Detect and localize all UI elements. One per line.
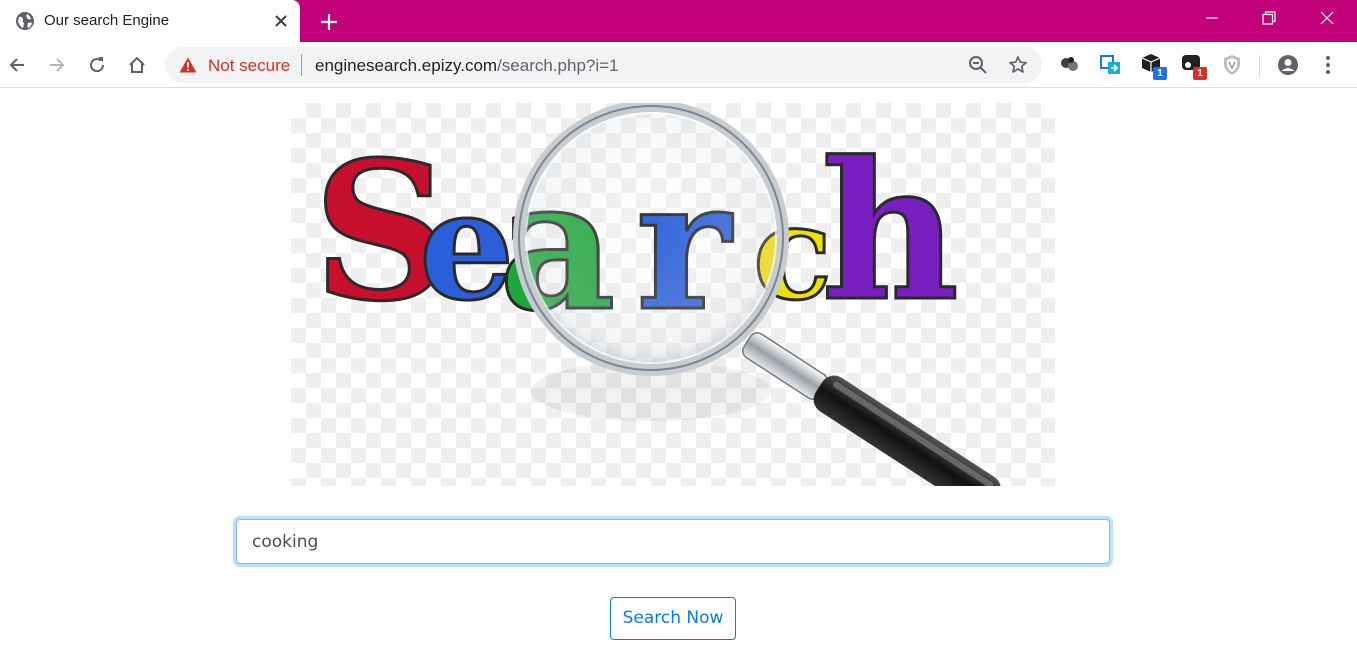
zoom-out-icon[interactable] xyxy=(968,55,988,75)
back-button[interactable] xyxy=(3,51,31,79)
search-now-button[interactable]: Search Now xyxy=(610,597,736,640)
warning-icon xyxy=(179,57,197,73)
reload-button[interactable] xyxy=(83,51,111,79)
security-status[interactable]: Not secure xyxy=(208,56,290,76)
minimize-button[interactable] xyxy=(1183,0,1241,36)
profile-icon[interactable] xyxy=(1276,53,1300,77)
address-bar[interactable]: Not secure enginesearch.epizy.com/search… xyxy=(165,47,1042,83)
restore-button[interactable] xyxy=(1240,0,1298,36)
title-bar: Our search Engine xyxy=(0,0,1357,42)
address-divider xyxy=(301,54,302,76)
magnifier-search-logo: S e c h a r xyxy=(312,103,1001,486)
extension-badge: 1 xyxy=(1193,67,1207,80)
url-path: /search.php?i=1 xyxy=(497,56,619,75)
plus-icon[interactable] xyxy=(316,9,342,35)
url-text[interactable]: enginesearch.epizy.com/search.php?i=1 xyxy=(315,56,619,76)
restore-icon xyxy=(1262,11,1276,25)
extension-badge: 1 xyxy=(1153,67,1167,80)
minimize-icon xyxy=(1206,17,1218,19)
extension-spheres-icon[interactable] xyxy=(1058,53,1082,77)
browser-tab[interactable]: Our search Engine xyxy=(0,0,300,42)
url-host: enginesearch.epizy.com xyxy=(315,56,498,75)
home-button[interactable] xyxy=(123,51,151,79)
close-window-button[interactable] xyxy=(1298,0,1356,36)
tab-title: Our search Engine xyxy=(44,12,170,29)
search-logo-image: S e c h a r xyxy=(291,103,1055,486)
home-icon xyxy=(129,56,145,73)
logo-letter-h: h xyxy=(821,120,959,343)
reload-icon xyxy=(90,57,105,73)
menu-icon[interactable] xyxy=(1316,53,1340,77)
extension-tracker[interactable]: 1 xyxy=(1180,52,1210,82)
extension-shield-icon[interactable] xyxy=(1220,53,1244,77)
bookmark-star-icon[interactable] xyxy=(1008,55,1028,75)
back-icon xyxy=(9,58,24,72)
browser-toolbar: Not secure enginesearch.epizy.com/search… xyxy=(0,42,1357,88)
globe-icon xyxy=(16,12,34,30)
forward-button[interactable] xyxy=(43,51,71,79)
extension-translate-icon[interactable] xyxy=(1099,53,1123,77)
search-input[interactable] xyxy=(236,519,1110,564)
tab-close-icon[interactable] xyxy=(271,11,291,31)
close-icon xyxy=(1320,11,1334,25)
extension-cube[interactable]: 1 xyxy=(1140,52,1170,82)
toolbar-divider xyxy=(1259,55,1260,77)
forward-icon xyxy=(50,58,65,72)
